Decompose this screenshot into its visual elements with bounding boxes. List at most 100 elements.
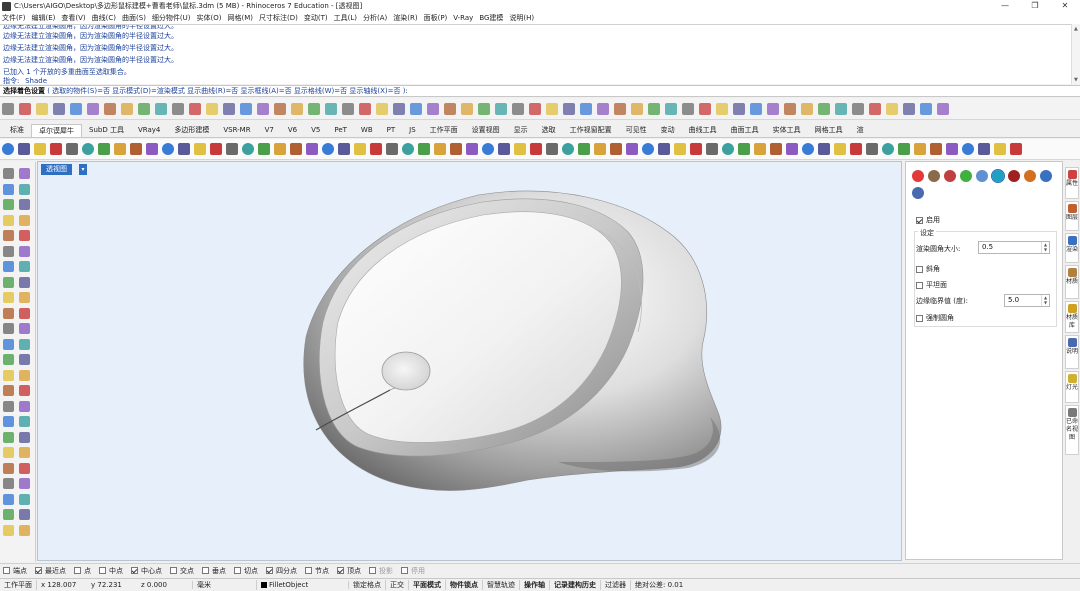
toolbar-tool-icon[interactable] xyxy=(223,102,235,115)
side-tab[interactable]: 材质 xyxy=(1065,265,1079,299)
toolbar-tool-icon[interactable] xyxy=(495,102,507,115)
maximize-button[interactable]: ❐ xyxy=(1020,0,1050,12)
fillet-radius-value[interactable]: 0.5 xyxy=(982,243,993,251)
left-tool-icon[interactable] xyxy=(19,168,30,179)
tab-tool-icon[interactable] xyxy=(818,143,830,155)
tab-tool-icon[interactable] xyxy=(418,143,430,155)
planar-checkbox[interactable] xyxy=(916,281,923,289)
toolbar-tool-icon[interactable] xyxy=(767,102,779,115)
menu-item[interactable]: 细分物件(U) xyxy=(152,13,191,23)
tab-tool-icon[interactable] xyxy=(802,143,814,155)
left-tool-icon[interactable] xyxy=(19,462,30,474)
scroll-down-icon[interactable]: ▼ xyxy=(1074,77,1079,83)
left-tool-icon[interactable] xyxy=(3,230,14,241)
tab-item[interactable]: VSR-MR xyxy=(216,124,257,137)
panel-tab-icon[interactable] xyxy=(944,170,956,182)
panel-tab-icon[interactable] xyxy=(960,170,972,182)
left-tool-icon[interactable] xyxy=(3,199,14,210)
left-tool-icon[interactable] xyxy=(19,447,30,458)
chamfer-row[interactable]: 斜角 xyxy=(916,264,940,274)
mouse-model[interactable] xyxy=(38,162,903,562)
tab-tool-icon[interactable] xyxy=(786,143,798,155)
tab-tool-icon[interactable] xyxy=(562,143,574,155)
tab-tool-icon[interactable] xyxy=(50,143,62,155)
tab-item[interactable]: 设置视图 xyxy=(465,124,507,137)
toolbar-tool-icon[interactable] xyxy=(376,102,388,115)
tab-tool-icon[interactable] xyxy=(66,143,78,155)
toolbar-tool-icon[interactable] xyxy=(750,102,762,115)
left-tool-icon[interactable] xyxy=(19,183,30,195)
panel-tab-icon[interactable] xyxy=(912,170,924,182)
left-tool-icon[interactable] xyxy=(3,431,14,443)
side-tab[interactable]: 属性 xyxy=(1065,167,1079,199)
toolbar-tool-icon[interactable] xyxy=(852,102,864,115)
tab-tool-icon[interactable] xyxy=(386,143,398,155)
osnap-checkbox[interactable] xyxy=(401,567,408,574)
toolbar-tool-icon[interactable] xyxy=(308,102,320,115)
panel-tab-icon[interactable] xyxy=(928,170,940,182)
tab-tool-icon[interactable] xyxy=(962,143,974,155)
osnap-checkbox[interactable] xyxy=(266,567,273,574)
panel-tab-icon[interactable] xyxy=(1040,170,1052,182)
left-tool-icon[interactable] xyxy=(3,214,14,226)
toolbar-tool-icon[interactable] xyxy=(189,102,201,115)
tab-tool-icon[interactable] xyxy=(514,143,526,155)
menu-item[interactable]: 曲面(S) xyxy=(122,13,146,23)
toolbar-tool-icon[interactable] xyxy=(53,102,65,115)
toolbar-tool-icon[interactable] xyxy=(784,102,796,115)
toolbar-tool-icon[interactable] xyxy=(274,102,286,115)
osnap-item[interactable]: 端点 xyxy=(3,566,27,576)
enable-checkbox[interactable] xyxy=(916,216,923,224)
osnap-item[interactable]: 顶点 xyxy=(337,566,361,576)
toolbar-tool-icon[interactable] xyxy=(138,102,150,115)
left-tool-icon[interactable] xyxy=(19,307,30,319)
tab-item[interactable]: 显示 xyxy=(507,124,535,137)
panel-tab-icon[interactable] xyxy=(1008,170,1020,182)
toolbar-tool-icon[interactable] xyxy=(648,102,660,115)
tab-tool-icon[interactable] xyxy=(770,143,782,155)
tab-item[interactable]: 多边形建模 xyxy=(167,124,216,137)
left-tool-icon[interactable] xyxy=(3,493,14,505)
menu-item[interactable]: 查看(V) xyxy=(61,13,85,23)
toolbar-tool-icon[interactable] xyxy=(359,102,371,115)
tab-item[interactable]: PT xyxy=(380,124,403,137)
tab-tool-icon[interactable] xyxy=(946,143,958,155)
force-fillet-checkbox[interactable] xyxy=(916,314,923,322)
osnap-item[interactable]: 停用 xyxy=(401,566,425,576)
status-grid-snap[interactable]: 锁定格点 xyxy=(349,580,386,590)
status-osnap[interactable]: 物件锁点 xyxy=(446,580,483,590)
tab-tool-icon[interactable] xyxy=(274,143,286,155)
left-tool-icon[interactable] xyxy=(19,369,30,381)
left-tool-icon[interactable] xyxy=(3,478,14,489)
left-tool-icon[interactable] xyxy=(3,462,14,474)
left-tool-icon[interactable] xyxy=(19,338,30,350)
left-tool-icon[interactable] xyxy=(3,524,14,536)
toolbar-tool-icon[interactable] xyxy=(903,102,915,115)
status-history[interactable]: 记录建构历史 xyxy=(550,580,601,590)
osnap-checkbox[interactable] xyxy=(131,567,138,574)
side-tab[interactable]: 图层 xyxy=(1065,201,1079,231)
tab-item[interactable]: V6 xyxy=(281,124,304,137)
command-line[interactable]: 选择着色设置 ( 选取的物件(S)=否 显示模式(D)=渲染模式 显示曲线(R)… xyxy=(0,85,1080,97)
osnap-item[interactable]: 中点 xyxy=(99,566,123,576)
toolbar-tool-icon[interactable] xyxy=(920,102,932,115)
status-cplane[interactable]: 工作平面 xyxy=(0,580,37,590)
tab-tool-icon[interactable] xyxy=(322,143,334,155)
menu-item[interactable]: 曲线(C) xyxy=(92,13,116,23)
left-tool-icon[interactable] xyxy=(19,400,30,412)
tab-tool-icon[interactable] xyxy=(898,143,910,155)
tab-item[interactable]: 网格工具 xyxy=(808,124,850,137)
status-planar[interactable]: 平面模式 xyxy=(409,580,446,590)
side-tab[interactable]: 已命名视图 xyxy=(1065,405,1079,455)
tab-item[interactable]: 可见性 xyxy=(619,124,654,137)
tab-tool-icon[interactable] xyxy=(978,143,990,155)
osnap-checkbox[interactable] xyxy=(369,567,376,574)
tab-item[interactable]: 曲线工具 xyxy=(682,124,724,137)
osnap-checkbox[interactable] xyxy=(3,567,10,574)
toolbar-tool-icon[interactable] xyxy=(257,102,269,115)
left-tool-icon[interactable] xyxy=(3,276,14,288)
osnap-item[interactable]: 最近点 xyxy=(35,566,66,576)
edge-angle-value[interactable]: 5.0 xyxy=(1008,296,1019,304)
history-scrollbar[interactable]: ▲ ▼ xyxy=(1071,24,1080,84)
toolbar-tool-icon[interactable] xyxy=(342,102,354,115)
